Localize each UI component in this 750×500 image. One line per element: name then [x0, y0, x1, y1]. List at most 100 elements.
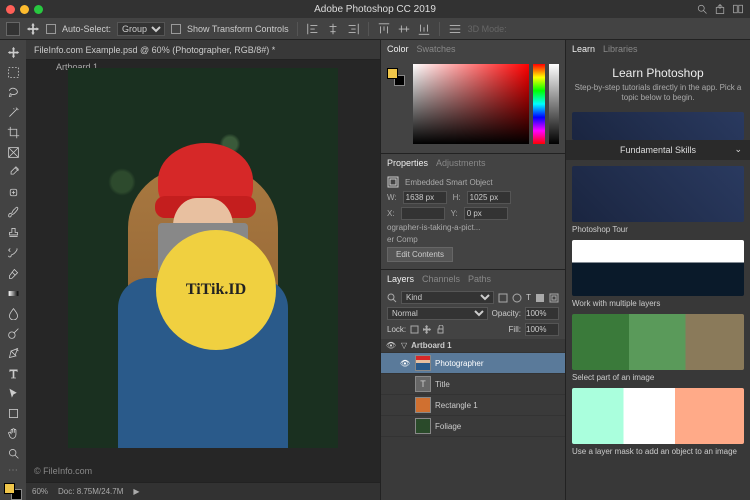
- filter-type-icon[interactable]: T: [526, 293, 531, 302]
- tool-more[interactable]: ⋯: [8, 465, 18, 476]
- layer-photographer[interactable]: 👁Photographer: [381, 353, 565, 374]
- properties-tabs: Properties Adjustments: [381, 154, 565, 172]
- section-fundamental[interactable]: Fundamental Skills⌄: [566, 140, 750, 160]
- show-transform-checkbox[interactable]: [171, 24, 181, 34]
- zoom-tool[interactable]: [4, 445, 22, 462]
- canvas-area[interactable]: Artboard 1 TiTik.ID © FileInfo.com: [26, 60, 380, 482]
- align-bottom-icon[interactable]: [417, 22, 431, 36]
- color-swatch[interactable]: [4, 483, 22, 500]
- x-input[interactable]: [401, 207, 445, 220]
- mode-3d-label: 3D Mode:: [468, 24, 507, 34]
- layers-tabs: Layers Channels Paths: [381, 270, 565, 288]
- search-icon[interactable]: [696, 3, 708, 15]
- align-center-v-icon[interactable]: [397, 22, 411, 36]
- tab-libraries[interactable]: Libraries: [603, 44, 638, 54]
- learn-hero: [572, 112, 744, 140]
- search-icon[interactable]: [387, 293, 397, 303]
- wand-tool[interactable]: [4, 104, 22, 121]
- eyedropper-tool[interactable]: [4, 164, 22, 181]
- panels-column: Color Swatches Properties Adjustments Em…: [380, 40, 565, 500]
- color-field[interactable]: [413, 64, 529, 144]
- move-tool[interactable]: [4, 44, 22, 61]
- history-brush-tool[interactable]: [4, 244, 22, 261]
- y-input[interactable]: [464, 207, 508, 220]
- tab-learn[interactable]: Learn: [572, 44, 595, 54]
- marquee-tool[interactable]: [4, 64, 22, 81]
- pen-tool[interactable]: [4, 345, 22, 362]
- hue-slider[interactable]: [533, 64, 545, 144]
- properties-panel: Embedded Smart Object W: H: X: Y: ograph…: [381, 172, 565, 269]
- path-select-tool[interactable]: [4, 385, 22, 402]
- filter-adjust-icon[interactable]: [512, 293, 522, 303]
- tutorial-item[interactable]: Use a layer mask to add an object to an …: [572, 388, 744, 456]
- object-type: Embedded Smart Object: [405, 178, 493, 187]
- edit-contents-button[interactable]: Edit Contents: [387, 247, 453, 262]
- minimize-button[interactable]: [20, 5, 29, 14]
- heal-tool[interactable]: [4, 184, 22, 201]
- brush-tool[interactable]: [4, 204, 22, 221]
- distribute-icon[interactable]: [448, 22, 462, 36]
- auto-select-checkbox[interactable]: [46, 24, 56, 34]
- tab-layers[interactable]: Layers: [387, 274, 414, 284]
- color-panel-tabs: Color Swatches: [381, 40, 565, 58]
- blend-mode[interactable]: Normal: [387, 307, 488, 320]
- tab-paths[interactable]: Paths: [468, 274, 491, 284]
- hand-tool[interactable]: [4, 425, 22, 442]
- auto-select-label: Auto-Select:: [62, 24, 111, 34]
- zoom-level[interactable]: 60%: [32, 487, 48, 496]
- layer-title[interactable]: TTitle: [381, 374, 565, 395]
- status-caret[interactable]: ▶: [133, 487, 139, 496]
- align-center-h-icon[interactable]: [326, 22, 340, 36]
- share-icon[interactable]: [714, 3, 726, 15]
- shape-tool[interactable]: [4, 405, 22, 422]
- color-fg-bg[interactable]: [387, 68, 405, 86]
- align-left-icon[interactable]: [306, 22, 320, 36]
- lasso-tool[interactable]: [4, 84, 22, 101]
- workspace-icon[interactable]: [732, 3, 744, 15]
- tab-channels[interactable]: Channels: [422, 274, 460, 284]
- tutorial-item[interactable]: Select part of an image: [572, 314, 744, 382]
- home-button[interactable]: [6, 22, 20, 36]
- tab-swatches[interactable]: Swatches: [417, 44, 456, 54]
- stamp-tool[interactable]: [4, 224, 22, 241]
- lock-position-icon[interactable]: [423, 325, 432, 334]
- tutorial-item[interactable]: Photoshop Tour: [572, 166, 744, 234]
- gradient-tool[interactable]: [4, 285, 22, 302]
- close-button[interactable]: [6, 5, 15, 14]
- y-label: Y:: [451, 209, 458, 218]
- filter-kind[interactable]: Kind: [401, 291, 494, 304]
- auto-select-dropdown[interactable]: Group: [117, 22, 165, 36]
- learn-header: Learn Photoshop Step-by-step tutorials d…: [566, 58, 750, 112]
- height-input[interactable]: [467, 191, 511, 204]
- smartobject-icon: [387, 176, 399, 188]
- fill-input[interactable]: [525, 323, 559, 336]
- tab-adjustments[interactable]: Adjustments: [436, 158, 486, 168]
- align-right-icon[interactable]: [346, 22, 360, 36]
- lock-all-icon[interactable]: [410, 325, 419, 334]
- type-tool[interactable]: [4, 365, 22, 382]
- visibility-icon[interactable]: 👁: [399, 359, 411, 368]
- visibility-icon[interactable]: 👁: [385, 341, 397, 350]
- frame-tool[interactable]: [4, 144, 22, 161]
- filter-shape-icon[interactable]: [535, 293, 545, 303]
- align-top-icon[interactable]: [377, 22, 391, 36]
- eraser-tool[interactable]: [4, 265, 22, 282]
- width-input[interactable]: [403, 191, 447, 204]
- tab-properties[interactable]: Properties: [387, 158, 428, 168]
- tab-color[interactable]: Color: [387, 44, 409, 54]
- blur-tool[interactable]: [4, 305, 22, 322]
- tutorial-item[interactable]: Work with multiple layers: [572, 240, 744, 308]
- opacity-input[interactable]: [525, 307, 559, 320]
- filter-smart-icon[interactable]: [549, 293, 559, 303]
- layer-artboard[interactable]: 👁▽Artboard 1: [381, 339, 565, 353]
- maximize-button[interactable]: [34, 5, 43, 14]
- lock-pixels-icon[interactable]: [436, 325, 445, 334]
- filter-image-icon[interactable]: [498, 293, 508, 303]
- layers-panel: Kind T Normal Opacity: Lock:: [381, 288, 565, 500]
- crop-tool[interactable]: [4, 124, 22, 141]
- bw-slider[interactable]: [549, 64, 559, 144]
- dodge-tool[interactable]: [4, 325, 22, 342]
- layer-rectangle[interactable]: Rectangle 1: [381, 395, 565, 416]
- document-tab[interactable]: FileInfo.com Example.psd @ 60% (Photogra…: [26, 40, 380, 60]
- layer-foliage[interactable]: Foliage: [381, 416, 565, 437]
